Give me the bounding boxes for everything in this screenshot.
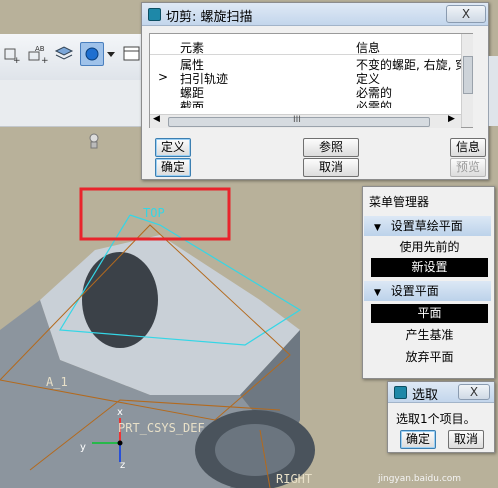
bulb-icon[interactable]: [88, 132, 100, 152]
svg-text:+: +: [13, 56, 21, 65]
elements-list[interactable]: 元素 信息 属性 不变的螺距, 右旋, 穿 > 扫引轨迹 定义 螺距 必需的 截…: [149, 33, 473, 128]
menu-item-create-datum[interactable]: 产生基准: [371, 326, 488, 345]
axis-label-x: x: [117, 407, 123, 418]
preview-button[interactable]: 预览: [450, 158, 486, 177]
info-button[interactable]: 信息: [450, 138, 486, 157]
references-button[interactable]: 参照: [303, 138, 359, 157]
collapse-triangle-icon: ▼: [374, 223, 381, 233]
dialog-titlebar[interactable]: 切剪: 螺旋扫描 X: [142, 3, 488, 26]
app-icon: [148, 8, 161, 21]
side-panel-edge: [488, 56, 498, 126]
datum-label-top: TOP: [143, 206, 165, 220]
scroll-right-arrow-icon[interactable]: ▶: [448, 114, 455, 124]
row-marker: >: [158, 70, 169, 84]
dropdown-arrow-icon[interactable]: [104, 42, 118, 66]
menu-section-sketch-plane[interactable]: ▼ 设置草绘平面: [364, 216, 491, 236]
dialog-title: 切剪: 螺旋扫描: [166, 10, 253, 25]
select-dialog: 选取 X 选取1个项目。 确定 取消: [387, 381, 495, 453]
cancel-button[interactable]: 取消: [303, 158, 359, 177]
horizontal-scrollbar[interactable]: ◀ III ▶: [150, 114, 461, 128]
tool-dimension-icon[interactable]: AB +: [26, 42, 50, 66]
scroll-grip: III: [293, 115, 301, 125]
helical-sweep-dialog: 切剪: 螺旋扫描 X 元素 信息 属性 不变的螺距, 右旋, 穿 > 扫引轨迹 …: [141, 2, 489, 180]
list-row[interactable]: 螺距 必需的: [150, 84, 472, 100]
datum-label-right: RIGHT: [276, 472, 313, 486]
scrollbar-thumb[interactable]: III: [168, 115, 430, 127]
part-cutout: [82, 252, 158, 348]
select-message: 选取1个项目。: [396, 412, 476, 426]
menu-item-plane[interactable]: 平面: [371, 304, 488, 323]
appearance-sphere-icon[interactable]: [80, 42, 104, 66]
select-ok-button[interactable]: 确定: [400, 430, 436, 449]
select-title: 选取: [412, 388, 439, 403]
vertical-scrollbar[interactable]: [461, 34, 473, 127]
close-button[interactable]: X: [446, 5, 486, 23]
ok-button[interactable]: 确定: [155, 158, 191, 177]
row-info: 必需的: [356, 100, 393, 108]
toolbar: + AB +: [0, 34, 142, 81]
menu-manager: 菜单管理器 ▼ 设置草绘平面 使用先前的 新设置 ▼ 设置平面 平面 产生基准 …: [362, 186, 495, 379]
tool-point-icon[interactable]: +: [0, 42, 24, 66]
menu-section-set-plane[interactable]: ▼ 设置平面: [364, 281, 491, 301]
close-button[interactable]: X: [458, 384, 490, 400]
define-button[interactable]: 定义: [155, 138, 191, 157]
datum-label-a1: A_1: [46, 375, 68, 389]
svg-text:+: +: [41, 56, 49, 65]
axis-label-y: y: [80, 442, 86, 453]
list-row[interactable]: > 扫引轨迹 定义: [150, 70, 472, 86]
select-cancel-button[interactable]: 取消: [448, 430, 484, 449]
select-titlebar[interactable]: 选取 X: [388, 382, 494, 403]
axis-label-z: z: [120, 460, 126, 471]
layers-icon[interactable]: [52, 42, 76, 66]
list-row[interactable]: 属性 不变的螺距, 右旋, 穿: [150, 56, 472, 72]
csys-label: PRT_CSYS_DEF: [118, 421, 205, 435]
menu-item-new-setup[interactable]: 新设置: [371, 258, 488, 277]
watermark: jingyan.baidu.com: [378, 474, 462, 484]
menu-section-label: 设置草绘平面: [390, 219, 463, 233]
app-icon: [394, 386, 407, 399]
menu-item-quit-plane[interactable]: 放弃平面: [371, 348, 488, 367]
scroll-left-arrow-icon[interactable]: ◀: [153, 114, 160, 124]
row-element: 截面: [180, 100, 205, 108]
menu-section-label: 设置平面: [390, 284, 439, 298]
collapse-triangle-icon: ▼: [374, 288, 381, 298]
menu-manager-title: 菜单管理器: [369, 195, 430, 209]
menu-item-use-previous[interactable]: 使用先前的: [371, 238, 488, 257]
toolbar-strip: [0, 80, 142, 149]
list-row[interactable]: 截面 必需的: [150, 98, 472, 108]
